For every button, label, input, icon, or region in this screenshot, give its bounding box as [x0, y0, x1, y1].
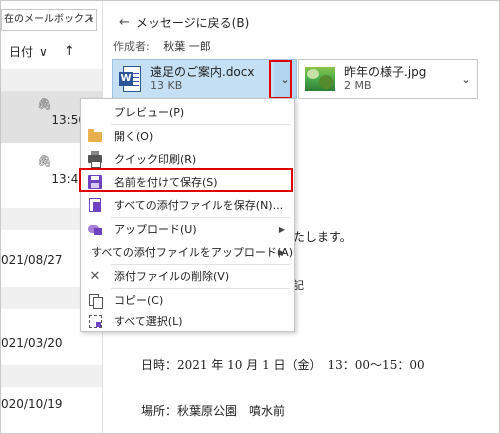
attachment-jpg[interactable]: 昨年の様子.jpg 2 MB ⌄	[298, 59, 478, 99]
message-date: 021/03/20	[1, 336, 63, 350]
sort-control[interactable]: 日付 ∨ ↑	[9, 43, 75, 60]
printer-icon	[88, 151, 102, 168]
group-header	[1, 365, 102, 387]
message-date: 020/10/19	[1, 397, 63, 411]
body-text-line: たします。	[293, 230, 352, 244]
mailbox-scope-dropdown[interactable]: 在のメールボックス ▾	[1, 9, 97, 31]
outlook-window: 在のメールボックス ▾ 日付 ∨ ↑ 🖇 13:50 🖇 13:47 021/0…	[0, 0, 500, 434]
highlight-save-as-box	[79, 168, 293, 192]
menu-item-label: 開く(O)	[114, 130, 154, 143]
image-thumbnail-icon	[305, 67, 335, 91]
menu-item-label: すべての添付ファイルを保存(N)...	[114, 199, 284, 212]
menu-item-quick-print[interactable]: クイック印刷(R)	[82, 148, 293, 170]
menu-item-select-all[interactable]: すべて選択(L)	[82, 310, 293, 332]
submenu-arrow-icon: ▶	[278, 247, 285, 257]
sort-by-label: 日付	[9, 45, 34, 59]
attachment-name: 遠足のご案内.docx	[150, 65, 255, 79]
group-header	[1, 69, 102, 91]
menu-item-label: クイック印刷(R)	[114, 153, 197, 166]
attachment-size: 2 MB	[344, 79, 372, 92]
folder-open-icon	[88, 129, 102, 142]
sort-chevron-icon: ∨	[39, 44, 48, 59]
menu-item-save-all[interactable]: すべての添付ファイルを保存(N)...	[82, 194, 293, 216]
chevron-down-icon: ▾	[88, 15, 93, 25]
author-label: 作成者:	[113, 40, 150, 53]
highlight-dropdown-box	[269, 60, 292, 99]
menu-item-upload-all[interactable]: すべての添付ファイルをアップロード(A) ▶	[82, 241, 293, 263]
copy-icon	[89, 293, 103, 309]
paperclip-icon: 🖇	[37, 154, 53, 168]
attachment-menu-button[interactable]: ⌄	[455, 60, 477, 98]
submenu-arrow-icon: ▶	[278, 224, 285, 234]
sort-direction-icon[interactable]: ↑	[64, 44, 75, 59]
attachment-context-menu: プレビュー(P) 開く(O) クイック印刷(R) 名前を付けて保存(S) すべて…	[80, 98, 295, 332]
menu-item-remove-attachment[interactable]: ✕ 添付ファイルの削除(V)	[82, 265, 293, 287]
menu-item-label: コピー(C)	[114, 294, 164, 307]
mailbox-scope-label: 在のメールボックス	[4, 14, 94, 25]
author-line: 作成者: 秋葉 一郎	[113, 38, 211, 54]
body-text-line: 日時：2021 年 10 月 1 日（金） 13：00～15：00	[141, 358, 425, 372]
upload-icon	[88, 223, 102, 235]
menu-item-label: アップロード(U)	[114, 223, 197, 236]
menu-item-preview[interactable]: プレビュー(P)	[82, 101, 293, 123]
word-doc-icon: W	[119, 66, 141, 92]
menu-item-label: 添付ファイルの削除(V)	[114, 270, 230, 283]
menu-item-upload[interactable]: アップロード(U) ▶	[82, 218, 293, 240]
back-to-message-link[interactable]: ← メッセージに戻る(B)	[119, 14, 249, 31]
menu-item-label: すべて選択(L)	[114, 315, 183, 328]
body-text-line: 場所：秋葉原公園 噴水前	[141, 404, 286, 418]
menu-item-copy[interactable]: コピー(C)	[82, 289, 293, 311]
author-name: 秋葉 一郎	[163, 40, 211, 53]
menu-item-label: プレビュー(P)	[114, 106, 185, 119]
list-item[interactable]: 020/10/19	[1, 389, 102, 433]
message-date: 021/08/27	[1, 253, 63, 267]
select-all-icon	[88, 314, 102, 328]
back-label: メッセージに戻る(B)	[135, 16, 250, 30]
paperclip-icon: 🖇	[37, 97, 53, 111]
menu-item-open[interactable]: 開く(O)	[82, 125, 293, 147]
attachment-name: 昨年の様子.jpg	[344, 65, 427, 79]
save-all-icon	[89, 198, 101, 212]
remove-icon: ✕	[89, 268, 101, 284]
menu-item-label: すべての添付ファイルをアップロード(A)	[91, 246, 293, 259]
chevron-down-icon: ⌄	[461, 72, 471, 86]
attachment-size: 13 KB	[150, 79, 183, 92]
back-arrow-icon: ←	[119, 15, 130, 30]
